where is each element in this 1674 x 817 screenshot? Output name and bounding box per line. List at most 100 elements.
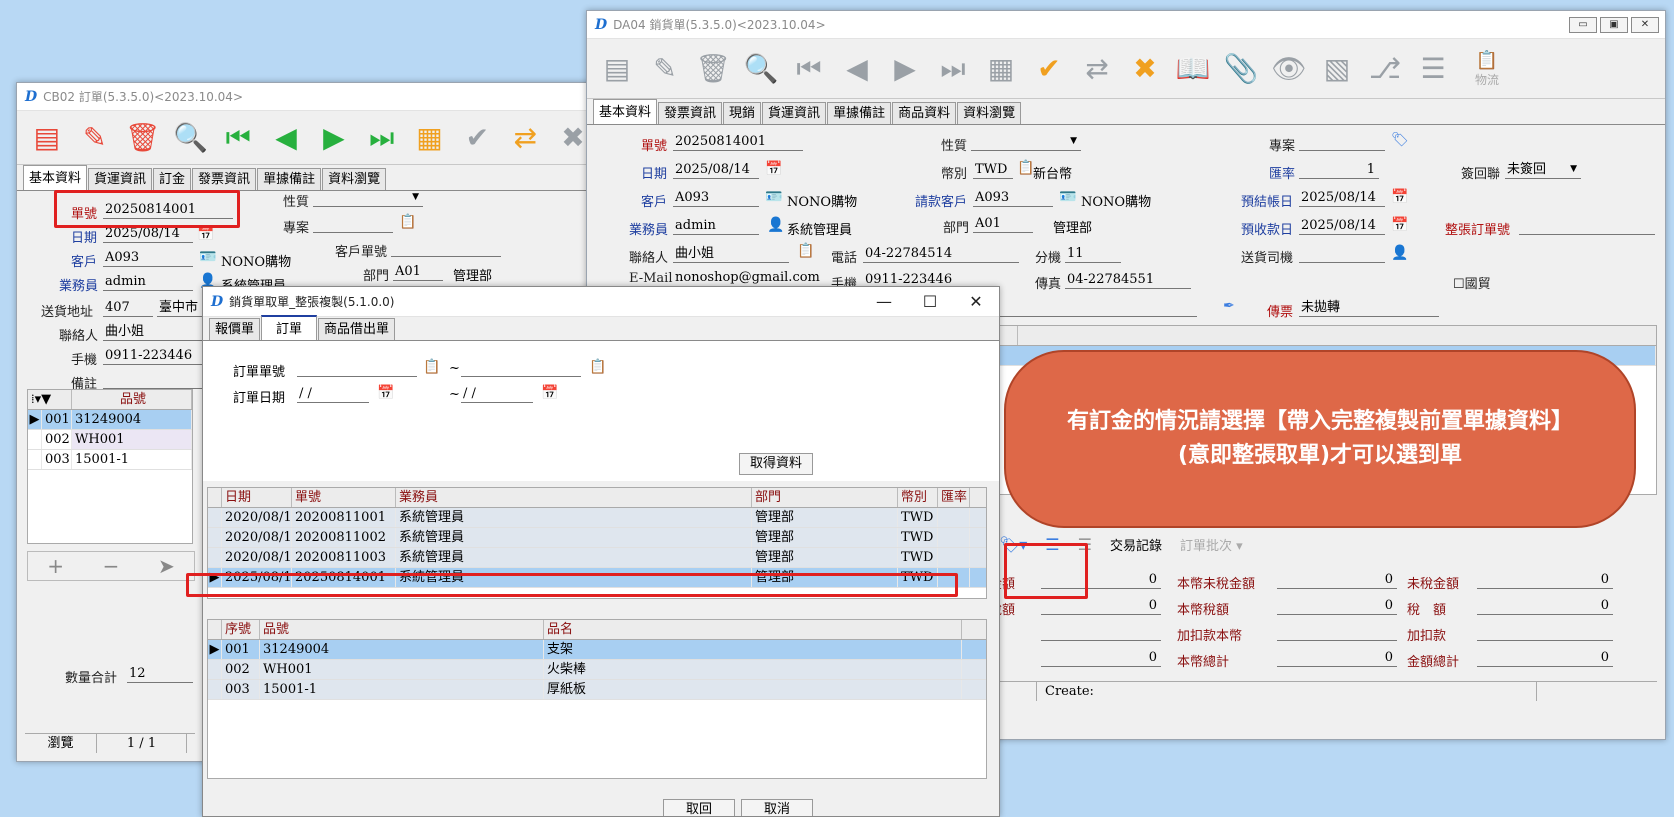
close-button[interactable]: ✕	[953, 287, 999, 317]
cust-order-field[interactable]	[391, 239, 501, 257]
sales-field[interactable]: admin	[103, 273, 193, 291]
copy-icon[interactable]: ▦	[979, 47, 1023, 91]
edit-icon[interactable]: ✎	[73, 116, 117, 160]
email-field[interactable]: nonoshop@gmail.com	[673, 269, 820, 287]
cancel-button[interactable]: 取消	[741, 799, 813, 816]
tab-browse[interactable]: 資料瀏覽	[957, 102, 1022, 124]
new-icon[interactable]: ▤	[25, 116, 69, 160]
clipboard-icon[interactable]: 📋	[1017, 160, 1034, 176]
first-record-icon[interactable]: ⏮	[787, 47, 831, 91]
cb02-titlebar[interactable]: D CB02 訂單(5.3.5.0)<2023.10.04>	[17, 83, 595, 111]
clipboard-icon[interactable]: 📋	[589, 359, 606, 375]
tab-browse[interactable]: 資料瀏覽	[322, 168, 387, 190]
query-date-from[interactable]: / /	[297, 385, 369, 403]
tab-shipping[interactable]: 貨運資訊	[88, 168, 153, 190]
tab-quotation[interactable]: 報價單	[209, 318, 261, 340]
nature-select[interactable]: ▼	[971, 133, 1081, 151]
note-field[interactable]	[103, 371, 203, 389]
logistics-button[interactable]: 📋 物流	[1459, 47, 1515, 91]
table-row[interactable]: 003 15001-1	[28, 450, 192, 470]
edit-icon[interactable]: ✎	[643, 47, 687, 91]
pointer-icon[interactable]: ➤	[158, 554, 175, 578]
table-row[interactable]: 002 WH001	[28, 430, 192, 450]
customer-code-field[interactable]: A093	[103, 249, 193, 267]
first-record-icon[interactable]: ⏮	[216, 116, 260, 160]
maximize-button[interactable]: ☐	[907, 287, 953, 317]
date-field[interactable]: 2025/08/14	[673, 161, 759, 179]
fetch-button[interactable]: 取得資料	[739, 453, 813, 475]
zip-field[interactable]: 407	[103, 299, 153, 317]
customer-card-icon[interactable]: 🪪	[765, 189, 782, 205]
bill-customer-field[interactable]: A093	[973, 189, 1053, 207]
table-row[interactable]: 2020/08/1120200811002系統管理員管理部TWD	[208, 528, 986, 548]
customer-card-icon[interactable]: 🪪	[1059, 189, 1076, 205]
confirm-icon[interactable]: ✔	[1027, 47, 1071, 91]
project-field[interactable]	[1299, 133, 1385, 151]
tab-shipping[interactable]: 貨運資訊	[762, 102, 827, 124]
tab-products[interactable]: 商品資料	[892, 102, 957, 124]
ext-field[interactable]: 11	[1065, 245, 1121, 263]
ok-button[interactable]: 取回	[663, 799, 735, 816]
driver-field[interactable]	[1299, 245, 1385, 263]
query-date-to[interactable]: / /	[461, 385, 533, 403]
calendar-icon[interactable]: 📅	[1391, 217, 1408, 233]
tab-deposit[interactable]: 訂金	[153, 168, 192, 190]
table-row[interactable]: 2020/08/1120200811001系統管理員管理部TWD	[208, 508, 986, 528]
next-record-icon[interactable]: ▶	[883, 47, 927, 91]
sales-field[interactable]: admin	[673, 217, 759, 235]
view-icon[interactable]: 👁	[1267, 47, 1311, 91]
calendar-icon[interactable]: 📅	[1391, 189, 1408, 205]
table-row[interactable]: 003 15001-1 厚紙板	[208, 680, 986, 700]
customer-card-icon[interactable]: 🪪	[199, 249, 216, 265]
pen-icon[interactable]: ✒	[1223, 298, 1235, 314]
tab-basic[interactable]: 基本資料	[23, 165, 88, 190]
prev-record-icon[interactable]: ◀	[264, 116, 308, 160]
dept-field[interactable]: A01	[973, 215, 1033, 233]
contact-field[interactable]: 曲小姐	[103, 323, 203, 341]
maximize-button[interactable]: ▣	[1600, 16, 1628, 33]
table-row[interactable]: ▶ 001 31249004	[28, 410, 192, 430]
mobile-field[interactable]: 0911-223446	[103, 347, 203, 365]
person-icon[interactable]: 👤	[767, 217, 784, 233]
last-record-icon[interactable]: ⏭	[360, 116, 404, 160]
tab-basic[interactable]: 基本資料	[593, 99, 658, 124]
trans-record-button[interactable]: 交易記錄	[1110, 535, 1162, 554]
table-row[interactable]: ▶ 001 31249004 支架	[208, 640, 986, 660]
nature-select[interactable]: ▼	[313, 189, 423, 207]
close-button[interactable]: ✕	[1631, 16, 1659, 33]
calendar-icon[interactable]: 📅	[765, 161, 782, 177]
tab-invoice[interactable]: 發票資訊	[192, 168, 257, 190]
new-icon[interactable]: ▤	[595, 47, 639, 91]
search-icon[interactable]: 🔍	[168, 116, 212, 160]
tab-invoice[interactable]: 發票資訊	[658, 102, 723, 124]
clipboard-icon[interactable]: 📋	[797, 243, 814, 259]
minimize-button[interactable]: ▭	[1569, 16, 1597, 33]
full-order-field[interactable]	[1519, 217, 1655, 235]
tab-notes[interactable]: 單據備註	[257, 168, 322, 190]
book-icon[interactable]: 📖	[1171, 47, 1215, 91]
transfer-icon[interactable]: ⇄	[503, 116, 547, 160]
excel-icon[interactable]: ▧	[1315, 47, 1359, 91]
currency-field[interactable]: TWD	[973, 161, 1013, 179]
tab-order[interactable]: 訂單	[261, 315, 318, 340]
query-no-from[interactable]	[297, 359, 417, 377]
minus-icon[interactable]: −	[103, 554, 120, 578]
query-no-to[interactable]	[461, 359, 581, 377]
dept-field[interactable]: A01	[393, 263, 443, 281]
table-row[interactable]: 2020/08/1120200811003系統管理員管理部TWD	[208, 548, 986, 568]
clipboard-icon[interactable]: 📋	[423, 359, 440, 375]
delete-icon[interactable]: 🗑	[121, 116, 165, 160]
phone-field[interactable]: 04-22784514	[863, 245, 1019, 263]
transfer-icon[interactable]: ⇄	[1075, 47, 1119, 91]
copy-icon[interactable]: ▦	[408, 116, 452, 160]
tag-icon[interactable]: 🏷	[1391, 132, 1409, 148]
calendar-icon[interactable]: 📅	[541, 385, 558, 401]
customer-code-field[interactable]: A093	[673, 189, 759, 207]
dialog-titlebar[interactable]: D 銷貨單取單_整張複製(5.1.0.0) — ☐ ✕	[203, 287, 999, 317]
menu-icon[interactable]: ☰	[1411, 47, 1455, 91]
flow-icon[interactable]: ⎇	[1363, 47, 1407, 91]
fax-field[interactable]: 04-22784551	[1065, 271, 1191, 289]
prev-record-icon[interactable]: ◀	[835, 47, 879, 91]
last-record-icon[interactable]: ⏭	[931, 47, 975, 91]
pre-collect-field[interactable]: 2025/08/14	[1299, 217, 1385, 235]
